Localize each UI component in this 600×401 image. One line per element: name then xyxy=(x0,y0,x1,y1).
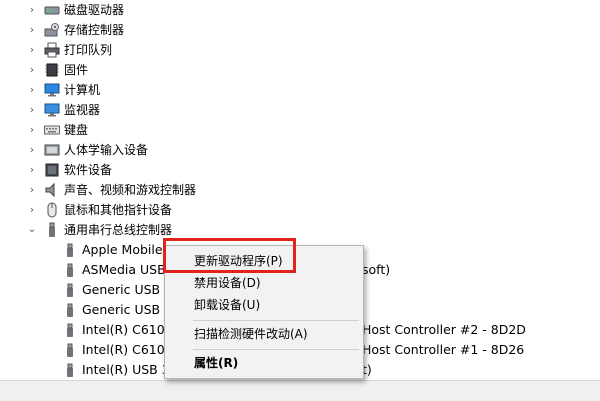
tree-item-label: 固件 xyxy=(64,63,89,77)
device-label: Intel(R) C610 xyxy=(82,342,165,357)
tree-item-monitors[interactable]: › 监视器 xyxy=(0,100,300,120)
chevron-right-icon[interactable]: › xyxy=(26,200,38,220)
mouse-icon xyxy=(44,202,60,218)
printer-icon xyxy=(44,42,60,58)
usb-plug-icon xyxy=(62,242,78,258)
tree-item-label: 鼠标和其他指针设备 xyxy=(64,203,173,217)
tree-item-label: 监视器 xyxy=(64,103,101,117)
tree-item-disk-drives[interactable]: › 磁盘驱动器 xyxy=(0,0,300,20)
disk-drive-icon xyxy=(44,2,60,18)
highlight-annotation xyxy=(163,238,296,273)
menu-item-uninstall-device[interactable]: 卸载设备(U) xyxy=(165,294,363,316)
device-label: Generic USB xyxy=(82,302,161,317)
tree-item-keyboards[interactable]: › 键盘 xyxy=(0,120,300,140)
tree-item-label: 软件设备 xyxy=(64,163,113,177)
device-label-tail: Host Controller #2 - 8D2D xyxy=(362,322,526,337)
chevron-right-icon[interactable]: › xyxy=(26,100,38,120)
menu-item-scan-hardware[interactable]: 扫描检测硬件改动(A) xyxy=(165,323,363,345)
hid-icon xyxy=(44,142,60,158)
tree-item-usb-controllers[interactable]: ⌄ 通用串行总线控制器 xyxy=(0,220,300,240)
speaker-icon xyxy=(44,182,60,198)
usb-plug-icon xyxy=(62,342,78,358)
tree-item-label: 存储控制器 xyxy=(64,23,125,37)
chevron-right-icon[interactable]: › xyxy=(26,80,38,100)
tree-item-label: 计算机 xyxy=(64,83,101,97)
tree-item-print-queues[interactable]: › 打印队列 xyxy=(0,40,300,60)
chevron-right-icon[interactable]: › xyxy=(26,140,38,160)
device-label: Intel(R) USB 3 xyxy=(82,362,170,377)
storage-controller-icon xyxy=(44,22,60,38)
computer-monitor-icon xyxy=(44,82,60,98)
status-bar xyxy=(0,380,600,401)
usb-plug-icon xyxy=(62,362,78,378)
chevron-right-icon[interactable]: › xyxy=(26,180,38,200)
tree-item-hid[interactable]: › 人体学输入设备 xyxy=(0,140,300,160)
menu-item-disable-device[interactable]: 禁用设备(D) xyxy=(165,272,363,294)
chevron-down-icon[interactable]: ⌄ xyxy=(26,220,38,240)
device-label: Generic USB xyxy=(82,282,161,297)
usb-plug-icon xyxy=(62,302,78,318)
tree-item-firmware[interactable]: › 固件 xyxy=(0,60,300,80)
tree-item-label: 打印队列 xyxy=(64,43,113,57)
usb-plug-icon xyxy=(62,262,78,278)
usb-icon xyxy=(44,222,60,238)
menu-item-properties[interactable]: 属性(R) xyxy=(165,352,363,374)
tree-item-mice[interactable]: › 鼠标和其他指针设备 xyxy=(0,200,300,220)
chevron-right-icon[interactable]: › xyxy=(26,160,38,180)
usb-plug-icon xyxy=(62,322,78,338)
tree-item-label: 键盘 xyxy=(64,123,89,137)
tree-item-storage-controllers[interactable]: › 存储控制器 xyxy=(0,20,300,40)
chevron-right-icon[interactable]: › xyxy=(26,120,38,140)
device-label: Apple Mobile xyxy=(82,242,163,257)
chevron-right-icon[interactable]: › xyxy=(26,60,38,80)
tree-item-sound-video-game[interactable]: › 声音、视频和游戏控制器 xyxy=(0,180,300,200)
monitor-icon xyxy=(44,102,60,118)
device-label: ASMedia USB xyxy=(82,262,166,277)
usb-plug-icon xyxy=(62,282,78,298)
device-label: Intel(R) C610 xyxy=(82,322,165,337)
device-label-tail: Host Controller #1 - 8D26 xyxy=(362,342,525,357)
chevron-right-icon[interactable]: › xyxy=(26,40,38,60)
tree-item-label: 声音、视频和游戏控制器 xyxy=(64,183,197,197)
tree-item-computer[interactable]: › 计算机 xyxy=(0,80,300,100)
keyboard-icon xyxy=(44,122,60,138)
tree-item-label: 通用串行总线控制器 xyxy=(64,223,173,237)
tree-item-label: 磁盘驱动器 xyxy=(64,3,125,17)
chevron-right-icon[interactable]: › xyxy=(26,0,38,20)
tree-item-software-devices[interactable]: › 软件设备 xyxy=(0,160,300,180)
menu-separator xyxy=(193,320,359,321)
menu-separator xyxy=(193,349,359,350)
firmware-chip-icon xyxy=(44,62,60,78)
chevron-right-icon[interactable]: › xyxy=(26,20,38,40)
device-label-tail: soft) xyxy=(362,262,391,277)
software-device-icon xyxy=(44,162,60,178)
tree-item-label: 人体学输入设备 xyxy=(64,143,149,157)
